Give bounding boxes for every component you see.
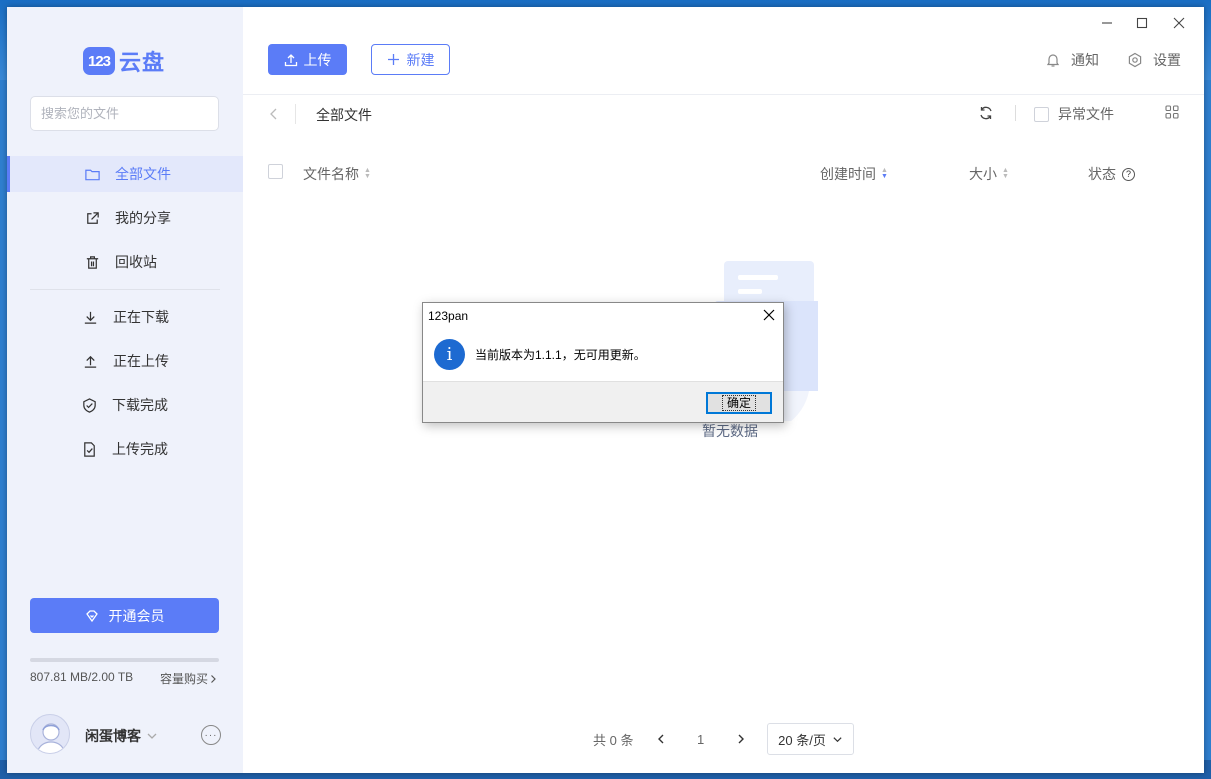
info-icon: i <box>434 339 465 370</box>
buy-capacity-link[interactable]: 容量购买 <box>160 670 218 687</box>
pagination-total: 共 0 条 <box>593 732 634 748</box>
new-button-label: 新建 <box>406 51 435 68</box>
abnormal-files-filter[interactable]: 异常文件 <box>1034 104 1114 124</box>
logo-badge: 123 <box>83 47 115 75</box>
ok-button[interactable]: 确定 <box>706 392 772 414</box>
grid-view-icon[interactable] <box>1165 105 1179 119</box>
share-icon <box>83 209 101 227</box>
toolbar-divider <box>243 94 1204 95</box>
breadcrumb-separator <box>295 104 296 124</box>
page-size-label: 20 条/页 <box>778 732 826 748</box>
sidebar-item-my-shares[interactable]: 我的分享 <box>7 200 243 236</box>
next-page-icon[interactable] <box>735 723 747 755</box>
select-all-cell[interactable] <box>268 164 292 179</box>
ok-button-label: 确定 <box>721 395 756 411</box>
column-status-label: 状态 <box>1088 166 1116 182</box>
vip-button[interactable]: 开通会员 <box>30 598 219 633</box>
sidebar-divider <box>30 289 220 290</box>
sidebar-item-recycle-bin[interactable]: 回收站 <box>7 244 243 280</box>
storage-usage-text: 807.81 MB/2.00 TB <box>30 670 134 684</box>
sidebar-item-download-complete[interactable]: 下载完成 <box>7 387 243 423</box>
minimize-icon[interactable] <box>1097 13 1117 33</box>
file-check-icon <box>80 440 98 458</box>
column-header-size[interactable]: 大小 ▲ ▼ <box>969 164 1009 184</box>
logo-text: 云盘 <box>119 50 166 75</box>
help-icon[interactable]: ? <box>1122 167 1135 181</box>
settings-label: 设置 <box>1153 52 1181 68</box>
sort-icon[interactable]: ▲ ▼ <box>881 167 888 180</box>
notify-button[interactable]: 通知 <box>1045 50 1099 70</box>
upload-button[interactable]: 上传 <box>268 44 347 75</box>
prev-page-icon[interactable] <box>655 723 667 755</box>
dialog-footer: 确定 <box>423 381 783 422</box>
chevron-down-icon <box>833 736 842 742</box>
storage-bar <box>30 658 219 662</box>
sidebar-item-label: 正在下载 <box>113 309 169 325</box>
sidebar-item-label: 正在上传 <box>113 353 169 369</box>
user-avatar-icon <box>36 723 66 753</box>
sidebar-item-label: 下载完成 <box>112 397 168 413</box>
sort-icon[interactable]: ▲ ▼ <box>364 167 371 180</box>
upload-icon <box>81 352 99 370</box>
sidebar-item-all-files[interactable]: 全部文件 <box>7 156 243 192</box>
diamond-icon <box>85 609 98 622</box>
column-created-label: 创建时间 <box>820 166 876 182</box>
upload-button-label: 上传 <box>303 51 332 68</box>
column-header-name[interactable]: 文件名称 ▲ ▼ <box>303 164 371 184</box>
username-label: 闲蛋博客 <box>85 728 141 744</box>
buy-capacity-label: 容量购买 <box>160 672 209 686</box>
avatar[interactable] <box>30 714 70 754</box>
sidebar: 123 云盘 全部文件 我的分享 回收站 正在下载 正在上传 <box>7 7 243 773</box>
column-size-label: 大小 <box>969 166 997 182</box>
sidebar-item-label: 全部文件 <box>115 166 171 182</box>
sidebar-item-upload-complete[interactable]: 上传完成 <box>7 431 243 467</box>
page-number[interactable]: 1 <box>697 723 704 755</box>
dialog-message: 当前版本为1.1.1，无可用更新。 <box>475 348 646 362</box>
maximize-icon[interactable] <box>1132 13 1152 33</box>
close-window-icon[interactable] <box>1169 13 1189 33</box>
sidebar-item-label: 我的分享 <box>115 210 171 226</box>
search-box[interactable] <box>30 96 219 131</box>
table-header: 文件名称 ▲ ▼ 创建时间 ▲ ▼ 大小 ▲ ▼ 状态 ? <box>268 164 1178 184</box>
gear-icon <box>1128 52 1142 68</box>
trash-icon <box>83 253 101 271</box>
column-name-label: 文件名称 <box>303 166 359 182</box>
app-logo: 123 云盘 <box>83 45 165 77</box>
column-header-created[interactable]: 创建时间 ▲ ▼ <box>820 164 888 184</box>
check-circle-icon <box>80 396 98 414</box>
more-options-icon[interactable]: ··· <box>201 725 221 745</box>
chevron-right-icon <box>211 674 216 683</box>
sort-icon[interactable]: ▲ ▼ <box>1002 167 1009 180</box>
sidebar-item-uploading[interactable]: 正在上传 <box>7 343 243 379</box>
abnormal-files-checkbox[interactable] <box>1034 106 1049 122</box>
abnormal-files-label: 异常文件 <box>1058 106 1114 122</box>
empty-state-text: 暂无数据 <box>702 423 758 439</box>
toolbar-separator <box>1015 105 1016 121</box>
notify-label: 通知 <box>1071 52 1099 68</box>
back-chevron-icon[interactable] <box>266 106 282 122</box>
search-input[interactable] <box>41 106 217 121</box>
new-button[interactable]: 新建 <box>371 44 450 75</box>
settings-button[interactable]: 设置 <box>1127 50 1181 70</box>
upload-icon <box>284 53 297 66</box>
folder-icon <box>83 165 101 183</box>
sidebar-item-label: 回收站 <box>115 254 157 270</box>
close-icon[interactable] <box>762 308 776 322</box>
breadcrumb[interactable]: 全部文件 <box>316 105 372 125</box>
bell-icon <box>1046 54 1060 67</box>
download-icon <box>81 308 99 326</box>
username[interactable]: 闲蛋博客 <box>85 726 158 746</box>
vip-button-label: 开通会员 <box>108 607 165 624</box>
update-dialog: 123pan i 当前版本为1.1.1，无可用更新。 确定 <box>422 302 784 423</box>
refresh-icon[interactable] <box>978 105 994 121</box>
sidebar-item-downloading[interactable]: 正在下载 <box>7 299 243 335</box>
page-size-select[interactable]: 20 条/页 <box>767 723 854 755</box>
column-header-status: 状态 ? <box>1088 164 1135 184</box>
select-all-checkbox[interactable] <box>268 164 283 179</box>
dialog-title: 123pan <box>428 309 469 323</box>
plus-icon <box>387 54 399 65</box>
sidebar-item-label: 上传完成 <box>112 441 168 457</box>
chevron-down-icon <box>147 733 157 739</box>
